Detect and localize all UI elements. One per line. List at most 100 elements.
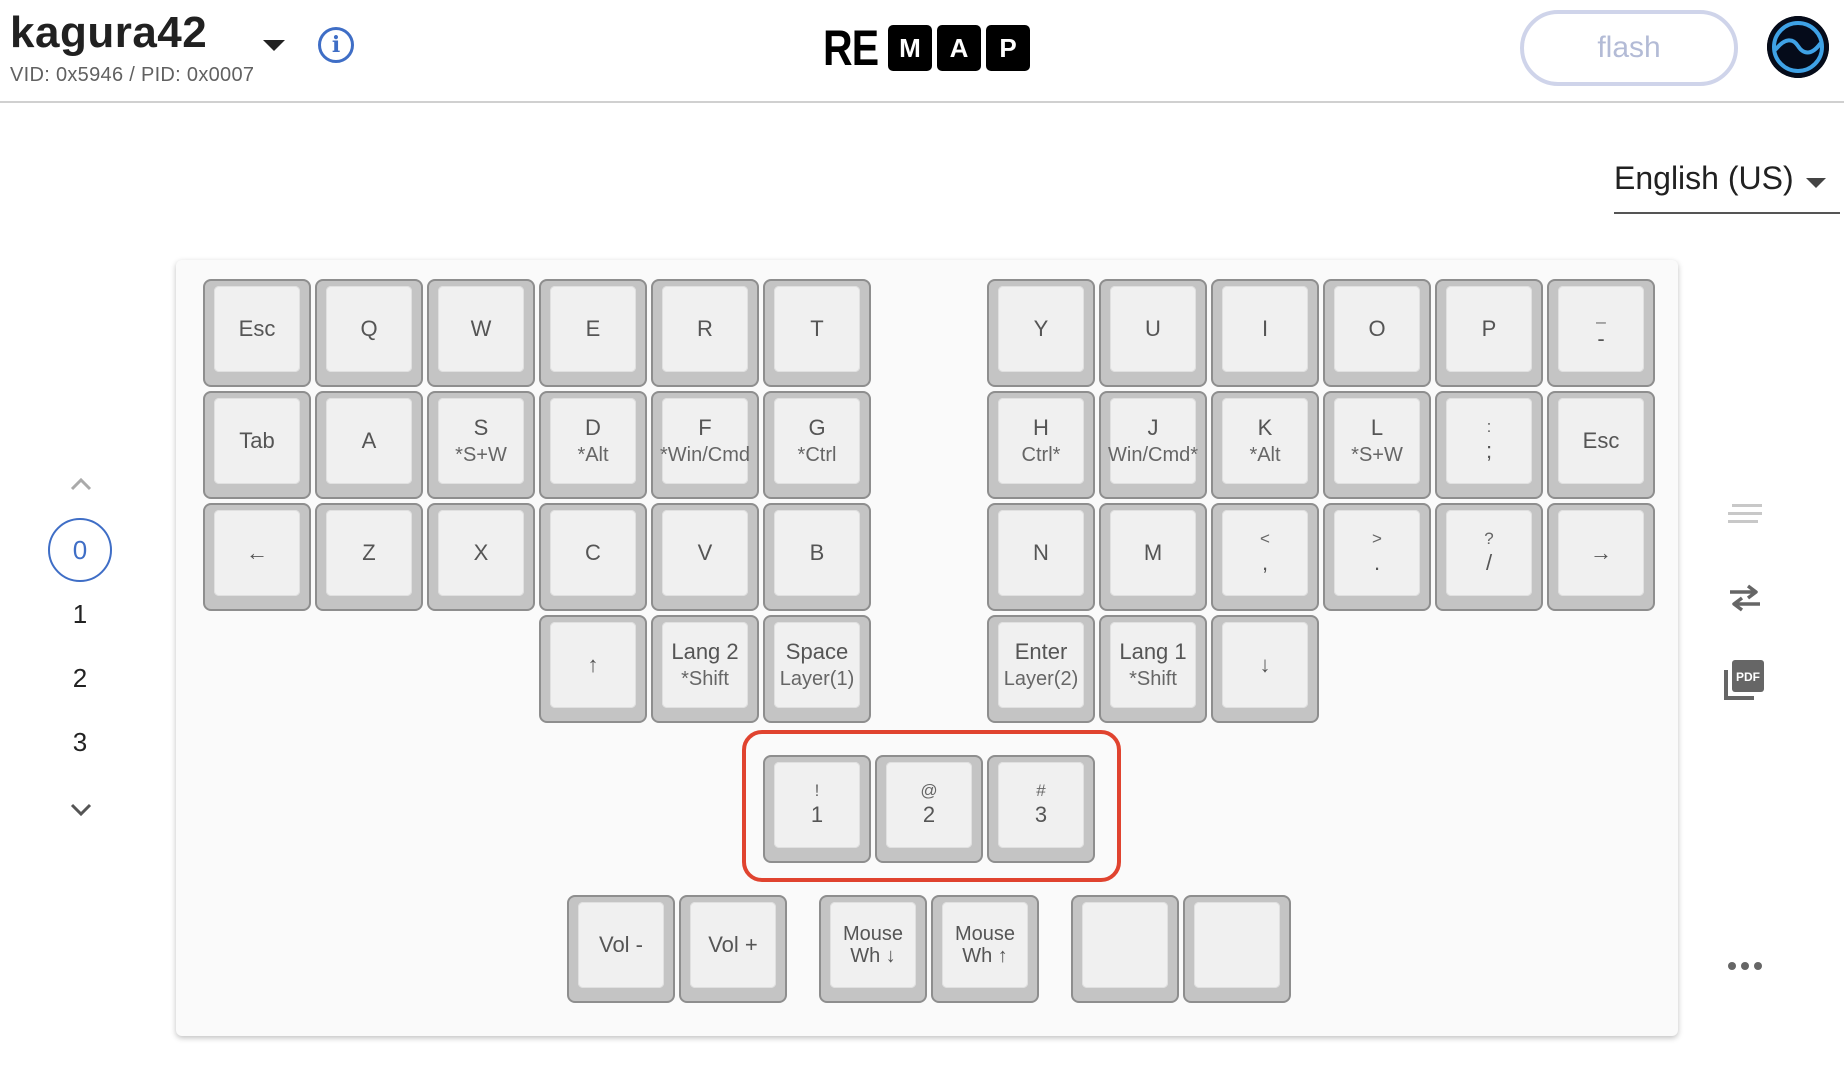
key-r1-6[interactable]: H Ctrl* <box>987 391 1095 499</box>
key-r1-3[interactable]: D *Alt <box>539 391 647 499</box>
keyboard-dropdown-icon[interactable] <box>263 40 285 51</box>
more-dots-icon[interactable] <box>1726 960 1764 972</box>
chevron-up-icon[interactable] <box>69 476 93 492</box>
key-label: G <box>808 415 826 440</box>
avatar-icon[interactable] <box>1767 16 1829 78</box>
key-r2-10[interactable]: ? / <box>1435 503 1543 611</box>
app-header: kagura42 VID: 0x5946 / PID: 0x0007 i RE … <box>0 0 1844 103</box>
key-r4-0[interactable]: ! 1 <box>763 755 871 863</box>
key-r1-10[interactable]: :; <box>1435 391 1543 499</box>
key-label: Vol + <box>708 932 758 957</box>
flash-button[interactable]: flash <box>1520 10 1738 86</box>
key-r1-1[interactable]: A <box>315 391 423 499</box>
key-r1-5[interactable]: G *Ctrl <box>763 391 871 499</box>
key-r0-8[interactable]: I <box>1211 279 1319 387</box>
key-r2-9[interactable]: >. <box>1323 503 1431 611</box>
key-shift-label: : <box>1486 417 1492 436</box>
key-r1-2[interactable]: S *S+W <box>427 391 535 499</box>
key-r5-5[interactable] <box>1183 895 1291 1003</box>
keyboard-ids: VID: 0x5946 / PID: 0x0007 <box>10 64 255 86</box>
keycap: F *Win/Cmd <box>660 398 750 484</box>
key-r2-0[interactable]: ← <box>203 503 311 611</box>
key-label: Tab <box>239 428 275 453</box>
key-r3-4[interactable]: Lang 1 *Shift <box>1099 615 1207 723</box>
key-r0-7[interactable]: U <box>1099 279 1207 387</box>
key-label: , <box>1261 550 1269 575</box>
list-lines-icon[interactable] <box>1726 500 1764 528</box>
keycap: Tab <box>214 398 300 484</box>
key-r3-3[interactable]: Enter Layer(2) <box>987 615 1095 723</box>
layer-0-button[interactable]: 0 <box>48 518 112 582</box>
key-r1-4[interactable]: F *Win/Cmd <box>651 391 759 499</box>
keycap: Vol - <box>578 902 664 988</box>
pdf-icon[interactable]: PDF <box>1722 658 1766 702</box>
key-r3-0[interactable]: ↑ <box>539 615 647 723</box>
keyboard-language-select[interactable]: English (US) <box>1614 160 1840 214</box>
key-label: 2 <box>922 802 936 827</box>
key-r1-9[interactable]: L *S+W <box>1323 391 1431 499</box>
layer-1-button[interactable]: 1 <box>48 582 112 646</box>
key-r5-2[interactable]: Mouse Wh ↓ <box>819 895 927 1003</box>
key-r0-4[interactable]: R <box>651 279 759 387</box>
keycap: H Ctrl* <box>998 398 1084 484</box>
chevron-down-icon[interactable] <box>69 802 93 818</box>
key-r0-3[interactable]: E <box>539 279 647 387</box>
key-label-line2: Wh ↓ <box>850 945 896 967</box>
key-label: Vol - <box>598 932 644 957</box>
key-r2-8[interactable]: <, <box>1211 503 1319 611</box>
keycap: Q <box>326 286 412 372</box>
keycap: ↓ <box>1222 622 1308 708</box>
key-r5-1[interactable]: Vol + <box>679 895 787 1003</box>
key-r2-1[interactable]: Z <box>315 503 423 611</box>
key-r2-5[interactable]: B <box>763 503 871 611</box>
key-r0-9[interactable]: O <box>1323 279 1431 387</box>
key-label: C <box>585 540 601 565</box>
key-r2-6[interactable]: N <box>987 503 1095 611</box>
key-r2-7[interactable]: M <box>1099 503 1207 611</box>
key-r0-1[interactable]: Q <box>315 279 423 387</box>
key-r1-8[interactable]: K *Alt <box>1211 391 1319 499</box>
key-label: A <box>361 428 377 453</box>
key-r4-2[interactable]: #3 <box>987 755 1095 863</box>
keycap: → <box>1558 510 1644 596</box>
key-label: X <box>473 540 489 565</box>
keycap: Lang 2 *Shift <box>662 622 748 708</box>
key-r0-6[interactable]: Y <box>987 279 1095 387</box>
key-r2-2[interactable]: X <box>427 503 535 611</box>
key-r2-3[interactable]: C <box>539 503 647 611</box>
key-r1-11[interactable]: Esc <box>1547 391 1655 499</box>
key-r1-7[interactable]: J Win/Cmd* <box>1099 391 1207 499</box>
key-r5-3[interactable]: Mouse Wh ↑ <box>931 895 1039 1003</box>
keycap: N <box>998 510 1084 596</box>
key-label: Esc <box>238 316 276 341</box>
key-label: L <box>1370 415 1384 440</box>
key-r1-0[interactable]: Tab <box>203 391 311 499</box>
key-r3-2[interactable]: Space Layer(1) <box>763 615 871 723</box>
key-r0-0[interactable]: Esc <box>203 279 311 387</box>
key-r2-4[interactable]: V <box>651 503 759 611</box>
key-label-line1: Mouse <box>954 923 1016 945</box>
keycap: K *Alt <box>1222 398 1308 484</box>
key-r2-11[interactable]: → <box>1547 503 1655 611</box>
key-r0-5[interactable]: T <box>763 279 871 387</box>
swap-arrows-icon[interactable] <box>1726 582 1764 614</box>
layer-2-button[interactable]: 2 <box>48 646 112 710</box>
key-r0-2[interactable]: W <box>427 279 535 387</box>
layer-3-button[interactable]: 3 <box>48 710 112 774</box>
key-label: E <box>585 316 601 341</box>
key-label: J <box>1147 415 1159 440</box>
info-icon[interactable]: i <box>318 27 354 63</box>
keycap: O <box>1334 286 1420 372</box>
key-r0-10[interactable]: P <box>1435 279 1543 387</box>
keycap: Vol + <box>690 902 776 988</box>
keycap: Esc <box>214 286 300 372</box>
key-r0-11[interactable]: _ - <box>1547 279 1655 387</box>
key-r4-1[interactable]: @2 <box>875 755 983 863</box>
key-r3-5[interactable]: ↓ <box>1211 615 1319 723</box>
key-r3-1[interactable]: Lang 2 *Shift <box>651 615 759 723</box>
keycap: @2 <box>886 762 972 848</box>
key-label: B <box>809 540 825 565</box>
key-sub-label: *Alt <box>577 444 609 466</box>
key-r5-0[interactable]: Vol - <box>567 895 675 1003</box>
key-r5-4[interactable] <box>1071 895 1179 1003</box>
